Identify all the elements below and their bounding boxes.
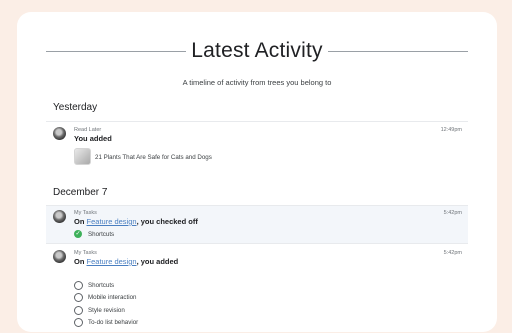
avatar — [53, 210, 66, 223]
activity-entry: Read Later You added 12:49pm 21 Plants T… — [46, 121, 468, 169]
section-heading-december-7: December 7 — [53, 187, 108, 198]
task-item[interactable]: To-do list behavior — [88, 319, 138, 326]
activity-time: 5:42pm — [443, 210, 462, 216]
header-rule-right — [328, 51, 468, 52]
section-heading-yesterday: Yesterday — [53, 102, 98, 113]
page-subtitle: A timeline of activity from trees you be… — [182, 78, 332, 87]
bookmark-title[interactable]: 21 Plants That Are Safe for Cats and Dog… — [95, 154, 212, 161]
tree-name[interactable]: My Tasks — [74, 250, 97, 256]
activity-action: You added — [74, 134, 112, 143]
activity-time: 12:49pm — [440, 127, 462, 133]
empty-circle-icon[interactable] — [74, 281, 83, 290]
empty-circle-icon[interactable] — [74, 293, 83, 302]
task-item[interactable]: Style revision — [88, 307, 125, 314]
task-item[interactable]: Shortcuts — [88, 282, 114, 289]
avatar — [53, 250, 66, 263]
tree-name[interactable]: My Tasks — [74, 210, 97, 216]
page-header: Latest Activity — [46, 39, 468, 65]
activity-action: On Feature design, you added — [74, 257, 179, 266]
empty-circle-icon[interactable] — [74, 306, 83, 315]
activity-card: Latest Activity A timeline of activity f… — [17, 12, 497, 332]
tree-name[interactable]: Read Later — [74, 127, 101, 133]
bookmark-thumbnail[interactable] — [74, 148, 91, 165]
avatar — [53, 127, 66, 140]
activity-entry: My Tasks On Feature design, you checked … — [46, 205, 468, 243]
empty-circle-icon[interactable] — [74, 318, 83, 327]
feature-design-link[interactable]: Feature design — [87, 217, 137, 226]
check-circle-icon: ✓ — [74, 230, 82, 238]
activity-action: On Feature design, you checked off — [74, 217, 198, 226]
activity-time: 5:42pm — [443, 250, 462, 256]
task-item[interactable]: Shortcuts — [88, 231, 114, 238]
task-item[interactable]: Mobile interaction — [88, 294, 137, 301]
feature-design-link[interactable]: Feature design — [87, 257, 137, 266]
